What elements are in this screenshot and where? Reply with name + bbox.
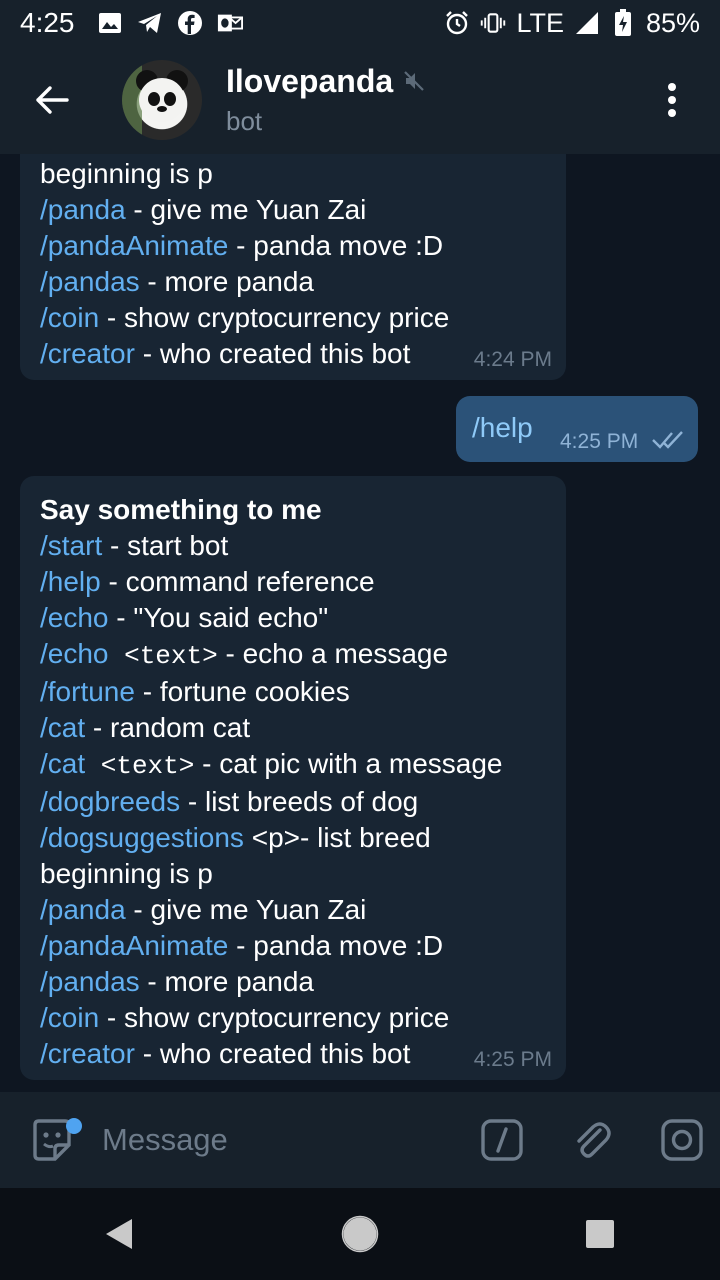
message-text: <p>- list breed (243, 822, 431, 853)
message-time: 4:25 PM (473, 1048, 552, 1071)
gallery-icon (97, 10, 123, 36)
chat-info[interactable]: Ilovepanda bot (226, 63, 425, 137)
outlook-icon (217, 10, 243, 36)
message-input[interactable] (100, 1121, 444, 1159)
more-vertical-icon (668, 83, 676, 117)
command-link[interactable]: /dogbreeds (40, 786, 180, 817)
battery-percent: 85% (645, 7, 700, 38)
command-link[interactable]: /dogsuggestions (40, 822, 244, 853)
bot-commands-button[interactable] (470, 1108, 534, 1172)
command-link[interactable]: /start (40, 530, 102, 561)
command-link[interactable]: /pandaAnimate (40, 930, 228, 961)
command-link[interactable]: /help (40, 566, 101, 597)
status-bar: 4:25 LTE 85% (0, 0, 720, 46)
battery-charging-icon (610, 9, 636, 36)
attach-button[interactable] (560, 1108, 624, 1172)
command-link[interactable]: /panda (40, 894, 126, 925)
signal-icon (574, 10, 600, 36)
back-button[interactable] (0, 46, 104, 154)
nav-home-button[interactable] (315, 1194, 405, 1274)
code-text: <text> (108, 641, 218, 671)
avatar[interactable] (122, 60, 202, 140)
nav-back-button[interactable] (75, 1194, 165, 1274)
message-text: - fortune cookies (134, 676, 350, 707)
message-text: - "You said echo" (108, 602, 329, 633)
message-text: - list breeds of dog (180, 786, 419, 817)
read-checkmarks-icon (652, 431, 683, 449)
command-link[interactable]: /fortune (40, 676, 135, 707)
command-link[interactable]: /pandas (40, 966, 140, 997)
message-text: - command reference (100, 566, 375, 597)
alarm-icon (444, 10, 470, 36)
network-type: LTE (516, 7, 564, 38)
slash-command-icon (481, 1119, 523, 1161)
message-text: - panda move :D (228, 230, 444, 261)
system-nav-bar (0, 1188, 720, 1280)
message-text: - more panda (139, 266, 314, 297)
command-link[interactable]: /panda (40, 194, 126, 225)
home-circle-icon (341, 1215, 379, 1253)
code-text: <text> (85, 751, 195, 781)
command-link[interactable]: /creator (40, 1038, 135, 1069)
message-text: - who created this bot (134, 1038, 411, 1069)
facebook-icon (177, 10, 203, 36)
message-text: - more panda (139, 966, 314, 997)
command-link[interactable]: /coin (40, 302, 99, 333)
message-text: - give me Yuan Zai (125, 194, 367, 225)
message-bubble-incoming[interactable]: Say something to me /start - start bot /… (20, 476, 566, 1080)
command-link[interactable]: /pandaAnimate (40, 230, 228, 261)
message-input-bar (0, 1092, 720, 1188)
command-link[interactable]: /echo (40, 602, 109, 633)
chat-subtitle: bot (226, 106, 263, 136)
message-bubble-incoming[interactable]: beginning is p /panda - give me Yuan Zai… (20, 154, 566, 380)
paperclip-icon (577, 1122, 611, 1158)
camera-button[interactable] (650, 1108, 714, 1172)
muted-icon (403, 63, 425, 100)
message-text: - cat pic with a message (194, 748, 503, 779)
message-text: beginning is p (40, 158, 213, 189)
chat-header: Ilovepanda bot (0, 46, 720, 154)
message-text: - random cat (85, 712, 251, 743)
triangle-back-icon (106, 1219, 132, 1249)
command-link[interactable]: /cat (40, 712, 85, 743)
message-text: - show cryptocurrency price (99, 302, 450, 333)
command-link[interactable]: /cat (40, 748, 85, 779)
sticker-button[interactable] (12, 1092, 92, 1188)
command-link[interactable]: /pandas (40, 266, 140, 297)
message-text: beginning is p (40, 858, 213, 889)
message-text: - give me Yuan Zai (125, 894, 367, 925)
back-arrow-icon (36, 86, 69, 114)
message-bubble-outgoing[interactable]: /help 4:25 PM (456, 396, 698, 462)
message-text: /help (472, 412, 533, 443)
telegram-icon (137, 10, 163, 36)
message-time: 4:24 PM (473, 348, 552, 371)
chat-title: Ilovepanda (226, 63, 394, 99)
chat-area[interactable]: beginning is p /panda - give me Yuan Zai… (0, 154, 720, 1092)
more-options-button[interactable] (624, 46, 720, 154)
command-link[interactable]: /coin (40, 1002, 99, 1033)
message-time: 4:25 PM (560, 430, 639, 453)
notification-dot (66, 1118, 82, 1134)
message-heading: Say something to me (40, 494, 322, 525)
square-recents-icon (586, 1220, 614, 1248)
message-text: - start bot (102, 530, 229, 561)
message-text: - echo a message (217, 638, 449, 669)
vibrate-icon (480, 10, 506, 36)
message-text: - show cryptocurrency price (99, 1002, 450, 1033)
status-time: 4:25 (20, 7, 75, 38)
message-text: - who created this bot (134, 338, 411, 369)
command-link[interactable]: /echo (40, 638, 109, 669)
camera-icon (661, 1119, 703, 1161)
command-link[interactable]: /creator (40, 338, 135, 369)
nav-recents-button[interactable] (555, 1194, 645, 1274)
message-text: - panda move :D (228, 930, 444, 961)
